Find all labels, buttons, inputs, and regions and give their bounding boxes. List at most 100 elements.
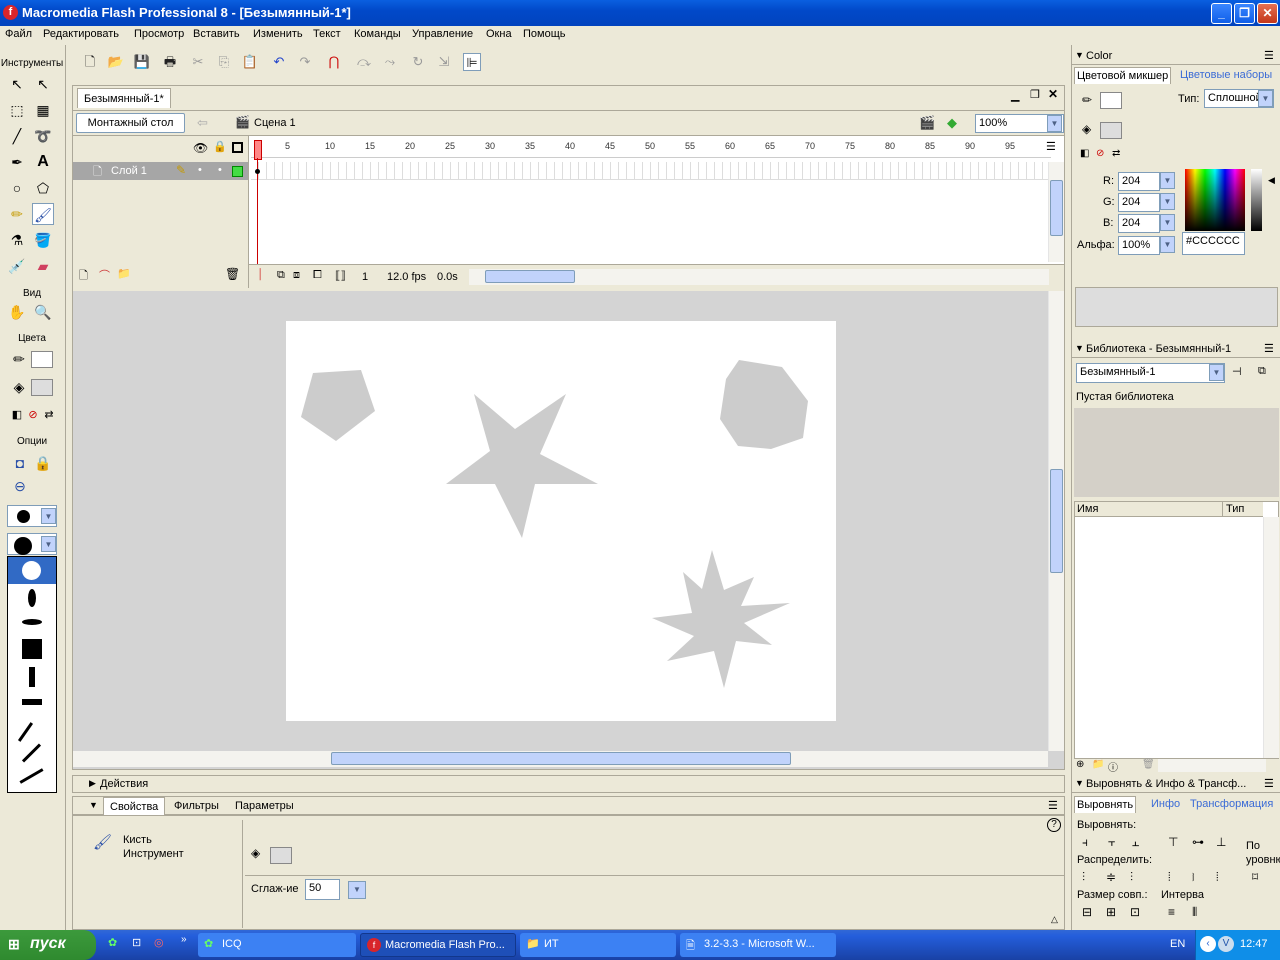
- stroke-swatch[interactable]: [1100, 92, 1122, 109]
- match-width-icon[interactable]: ⊟: [1082, 905, 1092, 919]
- brightness-pointer-icon[interactable]: ◀: [1268, 175, 1275, 186]
- stage-vscroll[interactable]: [1048, 291, 1064, 751]
- timeline-hscroll[interactable]: [469, 269, 1049, 285]
- library-select[interactable]: Безымянный-1: [1076, 363, 1225, 383]
- list-item[interactable]: [22, 639, 42, 659]
- stroke-color-icon[interactable]: ✏: [8, 348, 30, 370]
- eight-point-star-shape[interactable]: [652, 550, 790, 688]
- menu-help[interactable]: Помощь: [523, 28, 566, 40]
- align-bottom-icon[interactable]: ⊥: [1216, 835, 1226, 849]
- library-vscroll[interactable]: [1263, 517, 1279, 758]
- menu-commands[interactable]: Команды: [354, 28, 401, 40]
- brush-tool-icon[interactable]: 🖌: [32, 203, 54, 225]
- pin-library-icon[interactable]: ⊣: [1232, 365, 1242, 378]
- smooth-icon[interactable]: ⤼: [355, 53, 373, 71]
- new-symbol-icon[interactable]: ⊕: [1076, 759, 1084, 770]
- tab-info[interactable]: Инфо: [1151, 798, 1180, 810]
- tab-parameters[interactable]: Параметры: [235, 800, 294, 812]
- layer-row[interactable]: 🗋 Слой 1 ✎ • •: [73, 162, 248, 180]
- fill-color-swatch[interactable]: [31, 379, 53, 396]
- swap-colors-icon[interactable]: ⇄: [38, 404, 60, 426]
- align-hcenter-icon[interactable]: ⫟: [1108, 835, 1115, 850]
- distribute-vcenter-icon[interactable]: ≑: [1106, 870, 1116, 884]
- start-button[interactable]: ⊞ пуск: [0, 930, 96, 960]
- tray-app-icon[interactable]: V: [1218, 936, 1234, 952]
- menu-edit[interactable]: Редактировать: [43, 28, 119, 40]
- stage-hscroll[interactable]: [73, 751, 1048, 767]
- language-indicator[interactable]: EN: [1170, 938, 1185, 950]
- timeline-menu-icon[interactable]: ☰: [1046, 140, 1056, 153]
- menu-control[interactable]: Управление: [412, 28, 473, 40]
- delete-layer-icon[interactable]: 🗑: [225, 267, 240, 281]
- doc-minimize-icon[interactable]: ▁: [1011, 89, 1019, 102]
- space-horizontal-icon[interactable]: ⦀: [1192, 905, 1197, 920]
- desktop-quicklaunch-icon[interactable]: ⊡: [132, 936, 141, 949]
- back-arrow-icon[interactable]: ⇦: [197, 115, 208, 131]
- snap-magnet-icon[interactable]: ⋂: [325, 53, 343, 71]
- outline-icon[interactable]: [232, 142, 243, 153]
- visibility-dot[interactable]: •: [198, 164, 202, 176]
- black-white-icon[interactable]: ◧: [1080, 148, 1089, 159]
- undo-icon[interactable]: ↶: [270, 53, 288, 71]
- chevron-down-icon[interactable]: ▼: [348, 881, 366, 899]
- panel-menu-icon[interactable]: ☰: [1264, 777, 1274, 790]
- fill-transform-icon[interactable]: ▦: [32, 99, 54, 121]
- insert-layer-icon[interactable]: 🗋: [79, 267, 88, 286]
- text-tool-icon[interactable]: A: [32, 151, 54, 173]
- distribute-right-icon[interactable]: ⦙: [1216, 870, 1219, 885]
- more-quicklaunch-icon[interactable]: »: [181, 934, 187, 945]
- space-vertical-icon[interactable]: ≡: [1168, 905, 1175, 919]
- chevron-down-icon[interactable]: ▼: [1160, 193, 1175, 210]
- delete-item-icon[interactable]: 🗑: [1142, 759, 1155, 770]
- fill-swatch[interactable]: [270, 847, 292, 864]
- five-pointed-star-shape[interactable]: [446, 394, 598, 538]
- color-panel-header[interactable]: Color: [1072, 47, 1280, 65]
- lock-fill-icon[interactable]: 🔒: [32, 452, 54, 474]
- zoom-tool-icon[interactable]: 🔍: [32, 301, 54, 323]
- align-icon[interactable]: ⊫: [463, 53, 481, 71]
- properties-icon[interactable]: ⓘ: [1108, 759, 1118, 774]
- copy-icon[interactable]: ⎘: [215, 53, 233, 71]
- menu-modify[interactable]: Изменить: [253, 28, 303, 40]
- tab-swatches[interactable]: Цветовые наборы: [1180, 69, 1272, 81]
- distribute-hcenter-icon[interactable]: ⧘: [1192, 870, 1195, 885]
- collapse-icon[interactable]: ▼: [89, 800, 98, 810]
- brush-size-select[interactable]: ▼: [7, 505, 57, 527]
- stroke-color-swatch[interactable]: [31, 351, 53, 368]
- onion-outline-icon[interactable]: ⧈: [293, 269, 300, 282]
- b-input[interactable]: 204: [1118, 214, 1160, 233]
- edit-multiple-icon[interactable]: ⧠: [313, 269, 322, 282]
- list-item[interactable]: [17, 722, 34, 742]
- polystar-tool-icon[interactable]: ⬠: [32, 177, 54, 199]
- menu-window[interactable]: Окна: [486, 28, 512, 40]
- lock-icon[interactable]: 🔒: [213, 140, 227, 153]
- center-frame-icon[interactable]: ⏐: [257, 269, 263, 282]
- add-motion-guide-icon[interactable]: ⌒: [99, 267, 110, 283]
- task-word[interactable]: 🗎 3.2-3.3 - Microsoft W...: [680, 933, 836, 957]
- pen-tool-icon[interactable]: ✒: [6, 151, 28, 173]
- column-type[interactable]: Тип: [1226, 503, 1244, 515]
- to-stage-icon[interactable]: ⌑: [1252, 870, 1258, 884]
- fill-swatch[interactable]: [1100, 122, 1122, 139]
- minimize-button[interactable]: _: [1211, 3, 1232, 24]
- tab-properties[interactable]: Свойства: [103, 797, 166, 815]
- panel-menu-icon[interactable]: ☰: [1264, 49, 1274, 62]
- eyedropper-icon[interactable]: 💉: [6, 255, 28, 277]
- task-icq[interactable]: ✿ ICQ: [198, 933, 356, 957]
- brush-shape-select[interactable]: ▼: [7, 533, 57, 555]
- align-top-icon[interactable]: ⊤: [1168, 835, 1178, 849]
- opera-quicklaunch-icon[interactable]: ◎: [154, 936, 164, 949]
- fill-color-icon[interactable]: ◈: [8, 376, 30, 398]
- color-spectrum[interactable]: [1185, 169, 1245, 231]
- task-folder[interactable]: 📁 ИТ: [520, 933, 676, 957]
- distribute-left-icon[interactable]: ⦙: [1168, 870, 1171, 885]
- doc-restore-icon[interactable]: ❐: [1030, 88, 1040, 101]
- new-file-icon[interactable]: 🗋: [81, 53, 99, 71]
- cut-icon[interactable]: ✂: [189, 53, 207, 71]
- subselect-tool-icon[interactable]: ↖: [32, 73, 54, 95]
- line-tool-icon[interactable]: ╱: [6, 125, 28, 147]
- tab-transform[interactable]: Трансформация: [1190, 798, 1273, 810]
- frame-rate[interactable]: 12.0 fps: [387, 271, 426, 283]
- help-icon[interactable]: ?: [1047, 818, 1061, 832]
- arrow-tool-icon[interactable]: ↖: [6, 73, 28, 95]
